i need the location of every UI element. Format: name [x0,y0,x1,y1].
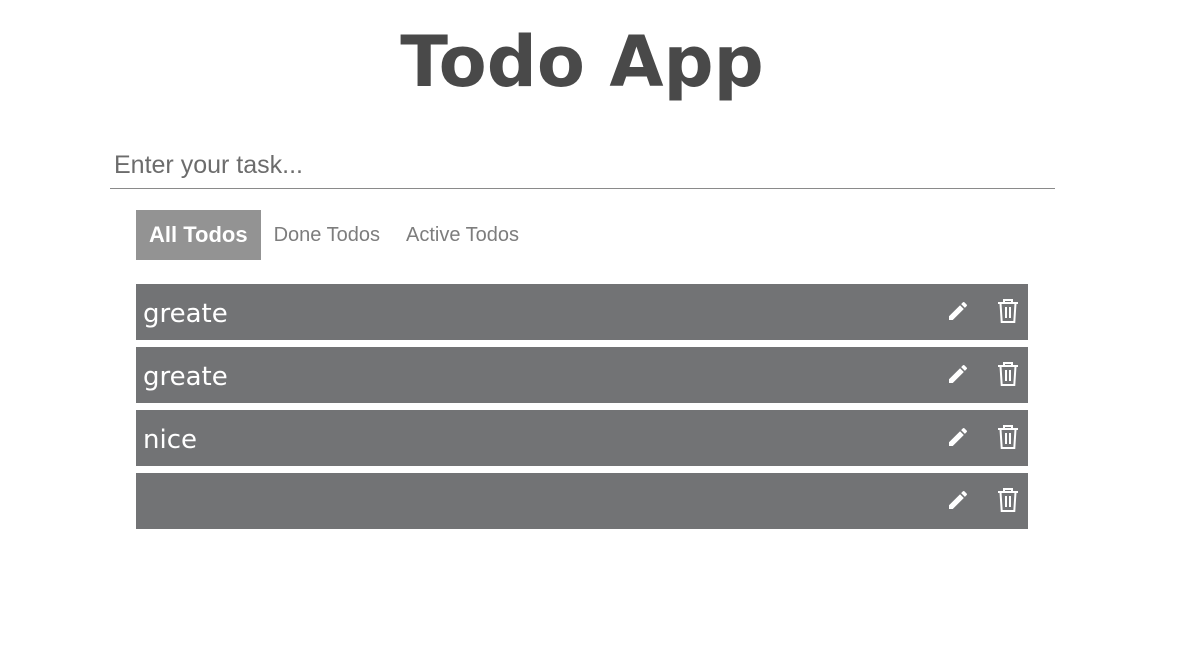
todo-item: greate [136,284,1028,340]
tab-all-todos[interactable]: All Todos [136,210,261,260]
trash-icon[interactable] [996,424,1020,450]
task-input[interactable] [110,142,1055,189]
todo-text: nice [143,425,197,455]
trash-icon[interactable] [996,487,1020,513]
todo-actions [946,298,1020,324]
todo-actions [946,424,1020,450]
tab-active-todos[interactable]: Active Todos [393,210,532,260]
pencil-icon[interactable] [946,487,970,513]
filter-tabs: All Todos Done Todos Active Todos [136,210,532,260]
page-title: Todo App [400,21,764,103]
tab-done-todos[interactable]: Done Todos [261,210,393,260]
todo-item [136,473,1028,529]
todo-list: greate greate nice [136,284,1028,536]
todo-text: greate [143,299,228,329]
todo-actions [946,361,1020,387]
pencil-icon[interactable] [946,361,970,387]
todo-item: nice [136,410,1028,466]
trash-icon[interactable] [996,361,1020,387]
todo-text: greate [143,362,228,392]
todo-item: greate [136,347,1028,403]
pencil-icon[interactable] [946,424,970,450]
pencil-icon[interactable] [946,298,970,324]
trash-icon[interactable] [996,298,1020,324]
todo-actions [946,487,1020,513]
